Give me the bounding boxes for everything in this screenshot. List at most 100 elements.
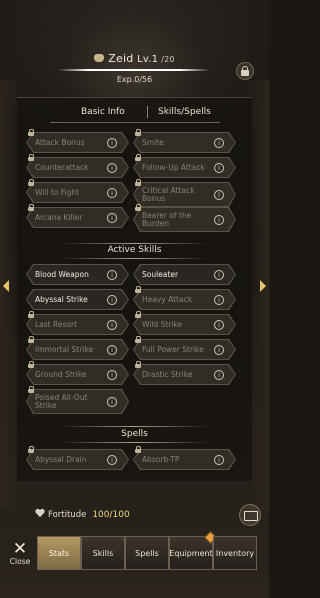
lock-icon xyxy=(135,204,141,211)
tab-skills-spells[interactable]: Skills/Spells xyxy=(158,107,211,117)
lock-icon xyxy=(135,361,141,368)
skill-chip[interactable]: Bearer of the Burden i xyxy=(134,208,235,231)
skill-chip[interactable]: Absorb-TP i xyxy=(134,450,235,469)
close-icon: ✕ xyxy=(12,539,28,559)
skill-chip[interactable]: Critical Attack Bonus i xyxy=(134,183,235,206)
lock-icon xyxy=(135,286,141,293)
info-icon[interactable]: i xyxy=(214,215,224,225)
skill-label: Counterattack xyxy=(35,162,89,172)
info-icon[interactable]: i xyxy=(214,370,224,380)
skill-chip[interactable]: Follow-Up Attack i xyxy=(134,158,235,177)
skill-label: Drastic Strike xyxy=(142,369,193,379)
skill-chip[interactable]: Counterattack i xyxy=(27,158,128,177)
info-icon[interactable]: i xyxy=(107,370,117,380)
skill-chip[interactable]: Abyssal Drain i xyxy=(27,450,128,469)
skill-chip[interactable]: Full Power Strike i xyxy=(134,340,235,359)
skill-chip[interactable]: Smite i xyxy=(134,133,235,152)
skill-chip[interactable]: Will to Fight i xyxy=(27,183,128,202)
info-icon[interactable]: i xyxy=(107,295,117,305)
spells-title-line-top xyxy=(60,426,210,427)
info-tabs: Basic Info Skills/Spells xyxy=(17,106,252,120)
skill-label: Abyssal Strike xyxy=(35,294,88,304)
lock-icon xyxy=(28,311,34,318)
tab-spells[interactable]: Spells xyxy=(125,536,169,570)
info-icon[interactable]: i xyxy=(107,188,117,198)
skill-label: Attack Bonus xyxy=(35,137,85,147)
skill-chip[interactable]: Ground Strike i xyxy=(27,365,128,384)
tab-skills[interactable]: Skills xyxy=(81,536,125,570)
lock-icon xyxy=(241,70,249,76)
skill-label: Critical Attack Bonus xyxy=(142,185,195,203)
tab-equipment[interactable]: Equipment xyxy=(169,531,217,570)
skill-chip[interactable]: Blood Weapon i xyxy=(27,265,128,284)
info-icon[interactable]: i xyxy=(214,295,224,305)
skill-label: Wild Strike xyxy=(142,319,183,329)
info-icon[interactable]: i xyxy=(107,397,117,407)
info-icon[interactable]: i xyxy=(214,270,224,280)
lock-icon xyxy=(28,129,34,136)
info-icon[interactable]: i xyxy=(214,345,224,355)
skill-chip[interactable]: Heavy Attack i xyxy=(134,290,235,309)
info-icon[interactable]: i xyxy=(214,163,224,173)
info-icon[interactable]: i xyxy=(214,320,224,330)
header-divider xyxy=(58,69,210,71)
tab-basic-info[interactable]: Basic Info xyxy=(81,107,125,117)
info-icon[interactable]: i xyxy=(107,213,117,223)
lock-icon xyxy=(135,311,141,318)
lock-icon xyxy=(135,179,141,186)
info-icon[interactable]: i xyxy=(107,138,117,148)
skill-chip[interactable]: Drastic Strike i xyxy=(134,365,235,384)
lock-icon xyxy=(135,154,141,161)
lock-icon xyxy=(135,446,141,453)
skill-chip[interactable]: Attack Bonus i xyxy=(27,133,128,152)
info-icon[interactable]: i xyxy=(107,320,117,330)
lock-toggle-button[interactable] xyxy=(236,62,254,80)
skill-label: Absorb-TP xyxy=(142,454,180,464)
close-button[interactable]: ✕ Close xyxy=(7,539,33,567)
character-level-max: /20 xyxy=(161,55,175,64)
book-button[interactable] xyxy=(239,504,261,526)
lock-icon xyxy=(28,154,34,161)
skill-chip[interactable]: Immortal Strike i xyxy=(27,340,128,359)
fortitude-display: Fortitude 100/100 xyxy=(35,509,130,520)
skill-chip[interactable]: Abyssal Strike i xyxy=(27,290,128,309)
info-icon[interactable]: i xyxy=(107,270,117,280)
info-icon[interactable]: i xyxy=(107,455,117,465)
info-icon[interactable]: i xyxy=(214,190,224,200)
skill-label: Souleater xyxy=(142,269,179,279)
previous-character-arrow-icon[interactable] xyxy=(3,280,9,292)
tab-equipment-label: Equipment xyxy=(169,548,213,558)
tab-stats[interactable]: Stats xyxy=(37,536,81,570)
info-icon[interactable]: i xyxy=(214,138,224,148)
tab-separator xyxy=(147,106,148,118)
skill-label: Full Power Strike xyxy=(142,344,204,354)
spells-title-line-bottom xyxy=(60,442,210,443)
fortitude-value: 100/100 xyxy=(92,510,130,520)
skill-label: Will to Fight xyxy=(35,187,80,197)
lock-icon xyxy=(28,179,34,186)
active-skills-title: Active Skills xyxy=(107,245,162,255)
skill-chip[interactable]: Souleater i xyxy=(134,265,235,284)
info-icon[interactable]: i xyxy=(107,345,117,355)
skill-chip[interactable]: Poised All-Out Strike i xyxy=(27,390,128,413)
skill-label: Last Resort xyxy=(35,319,78,329)
character-level: Lv.1 xyxy=(137,54,159,65)
lock-icon xyxy=(28,204,34,211)
skill-chip[interactable]: Arcana Killer i xyxy=(27,208,128,227)
next-character-arrow-icon[interactable] xyxy=(260,280,266,292)
info-icon[interactable]: i xyxy=(107,163,117,173)
skill-chip[interactable]: Wild Strike i xyxy=(134,315,235,334)
tab-inventory[interactable]: Inventory xyxy=(213,536,257,570)
fortitude-label: Fortitude xyxy=(48,510,87,520)
lock-icon xyxy=(135,336,141,343)
character-name-level: Zeid Lv.1/20 xyxy=(0,52,269,65)
job-icon xyxy=(94,54,105,62)
skill-label: Ground Strike xyxy=(35,369,87,379)
skill-label: Follow-Up Attack xyxy=(142,162,205,172)
skill-chip[interactable]: Last Resort i xyxy=(27,315,128,334)
skill-label: Arcana Killer xyxy=(35,212,83,222)
lock-icon xyxy=(28,336,34,343)
skill-label: Bearer of the Burden xyxy=(142,210,192,228)
info-icon[interactable]: i xyxy=(214,455,224,465)
lock-icon xyxy=(28,446,34,453)
